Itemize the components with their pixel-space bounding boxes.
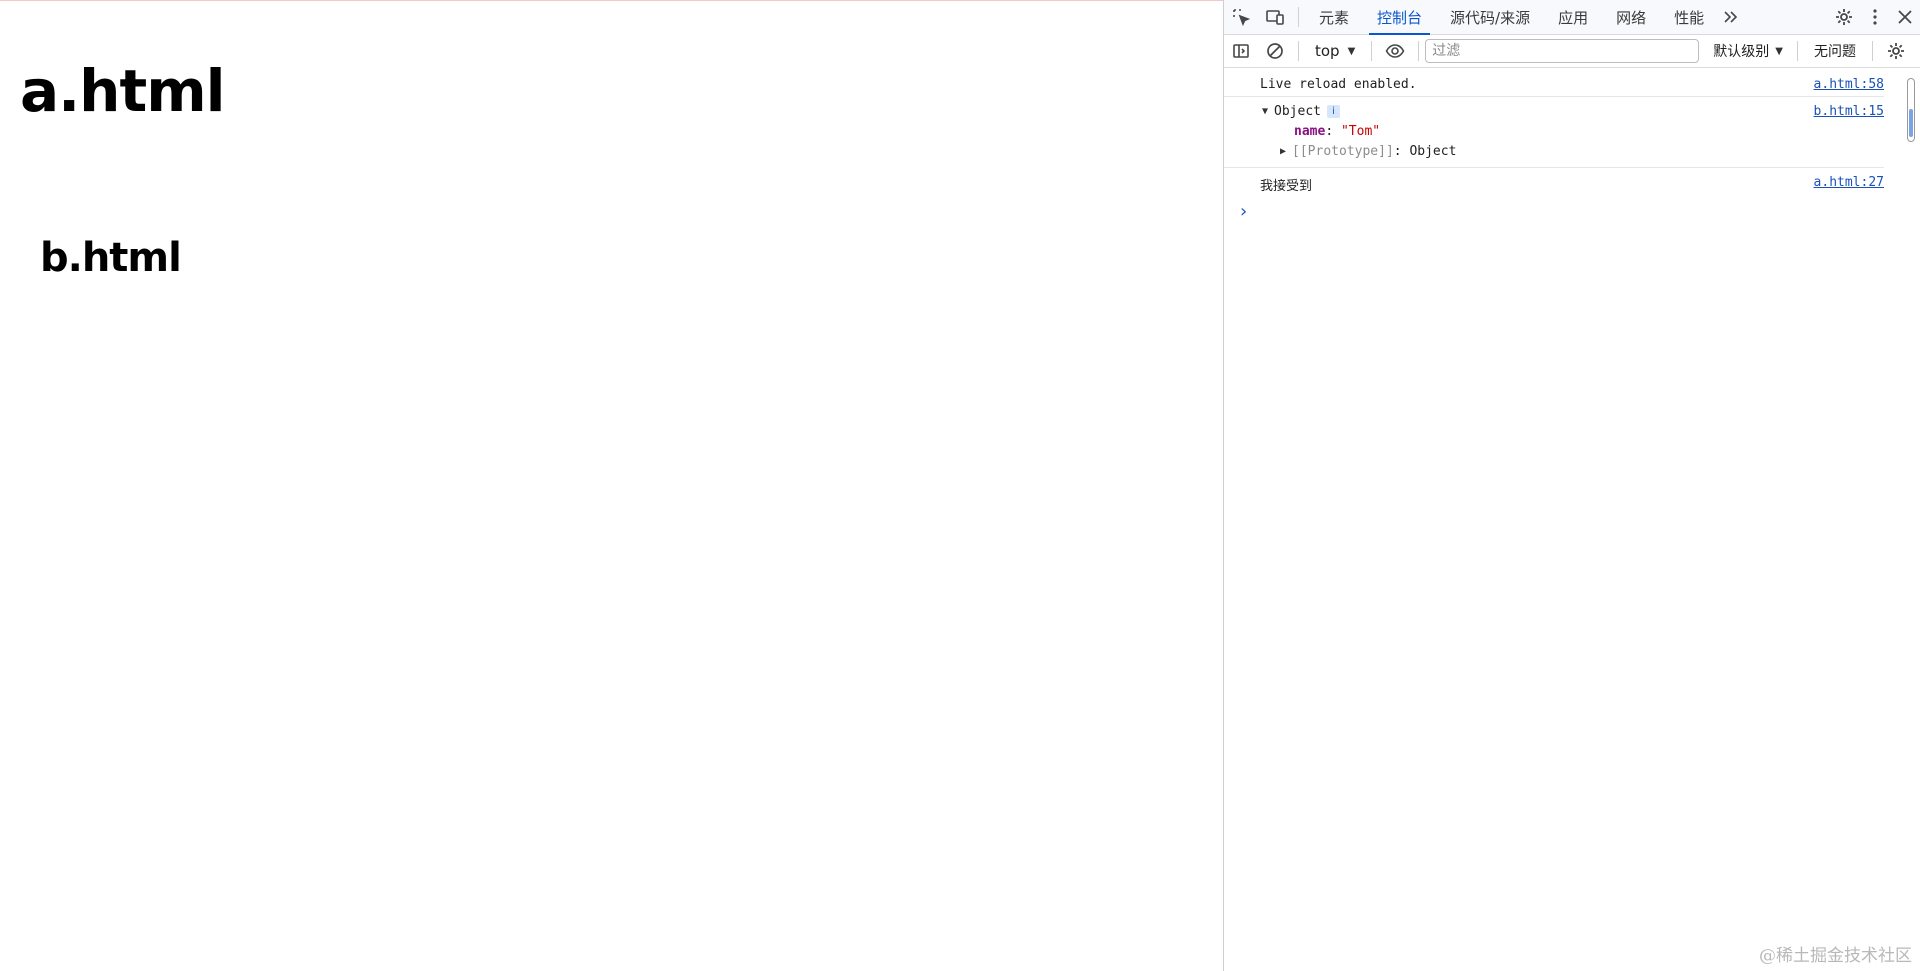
log-level-selector[interactable]: 默认级别 ▼ (1705, 41, 1791, 61)
vertical-dots-icon (1873, 9, 1877, 25)
divider (1298, 7, 1299, 27)
source-link[interactable]: b.html:15 (1814, 104, 1884, 119)
caret-down-icon: ▼ (1347, 45, 1356, 57)
tab-elements[interactable]: 元素 (1305, 0, 1363, 35)
more-tabs-button[interactable] (1718, 1, 1742, 34)
prototype-row[interactable]: ▶ [[Prototype]]: Object (1280, 144, 1456, 159)
message-text: 我接受到 (1260, 179, 1313, 194)
page-title: a.html (20, 57, 226, 125)
inspect-element-button[interactable] (1224, 1, 1258, 34)
info-icon[interactable]: i (1327, 105, 1340, 118)
context-value: top (1315, 42, 1340, 60)
divider (1371, 41, 1373, 61)
context-selector[interactable]: top ▼ (1305, 38, 1365, 64)
tab-performance[interactable]: 性能 (1660, 0, 1718, 35)
console-settings-button[interactable] (1879, 35, 1913, 68)
toggle-sidebar-button[interactable] (1224, 35, 1258, 68)
object-label: Object (1274, 104, 1321, 119)
device-toolbar-button[interactable] (1258, 1, 1292, 34)
watermark: @稀土掘金技术社区 (1759, 946, 1912, 966)
tab-console[interactable]: 控制台 (1363, 0, 1436, 35)
gear-icon (1888, 43, 1904, 59)
source-link[interactable]: a.html:58 (1814, 77, 1884, 92)
caret-down-icon: ▼ (1775, 45, 1783, 57)
prototype-label: [[Prototype]] (1292, 144, 1394, 159)
divider (1797, 41, 1798, 61)
console-output: Live reload enabled. a.html:58 ▼ Object … (1224, 68, 1920, 971)
property-key: name (1294, 124, 1326, 139)
issues-button[interactable]: 无问题 (1804, 41, 1866, 61)
more-options-button[interactable] (1861, 1, 1889, 34)
source-link[interactable]: a.html:27 (1814, 175, 1884, 190)
tab-application[interactable]: 应用 (1544, 0, 1602, 35)
settings-button[interactable] (1827, 1, 1861, 34)
object-property: name: "Tom" (1294, 124, 1380, 139)
gear-icon (1836, 9, 1852, 25)
devtools-panel: 元素 控制台 源代码/来源 应用 网络 性能 top ▼ 过滤 默认级别 ▼ 无… (1223, 0, 1920, 971)
property-colon: : (1325, 124, 1341, 139)
double-chevron-right-icon (1724, 11, 1738, 23)
eye-icon (1385, 44, 1405, 58)
message-text: Live reload enabled. (1260, 77, 1417, 92)
console-message: Live reload enabled. a.html:58 (1224, 74, 1884, 97)
object-header[interactable]: ▼ Object i (1262, 104, 1340, 119)
filter-input[interactable] (1425, 39, 1700, 63)
close-devtools-button[interactable] (1889, 1, 1920, 34)
devtools-tab-bar: 元素 控制台 源代码/来源 应用 网络 性能 (1224, 0, 1920, 35)
property-value: "Tom" (1340, 124, 1381, 139)
tab-sources[interactable]: 源代码/来源 (1436, 0, 1544, 35)
page-viewport: a.html b.html (0, 0, 1223, 971)
console-message: ▼ Object i name: "Tom" ▶ [[Prototype]]: … (1224, 98, 1884, 168)
block-icon (1267, 43, 1283, 59)
scrollbar[interactable] (1907, 78, 1915, 142)
device-icon (1266, 10, 1284, 25)
iframe: b.html (20, 219, 1200, 919)
divider (1872, 41, 1873, 61)
iframe-title: b.html (40, 235, 182, 281)
triangle-down-icon: ▼ (1262, 106, 1269, 117)
triangle-right-icon: ▶ (1280, 146, 1287, 157)
log-level-value: 默认级别 (1713, 44, 1770, 60)
console-toolbar: top ▼ 默认级别 ▼ 无问题 (1224, 35, 1920, 68)
console-message: 我接受到 a.html:27 (1224, 169, 1884, 195)
tab-network[interactable]: 网络 (1602, 0, 1660, 35)
divider (1298, 41, 1299, 61)
console-prompt[interactable]: › (1238, 201, 1249, 222)
inspect-cursor-icon (1233, 9, 1251, 27)
close-icon (1898, 10, 1912, 24)
divider (1418, 41, 1420, 61)
clear-console-button[interactable] (1258, 35, 1292, 68)
prototype-value: Object (1409, 144, 1457, 159)
live-expression-button[interactable] (1378, 35, 1412, 68)
sidebar-icon (1233, 44, 1249, 58)
